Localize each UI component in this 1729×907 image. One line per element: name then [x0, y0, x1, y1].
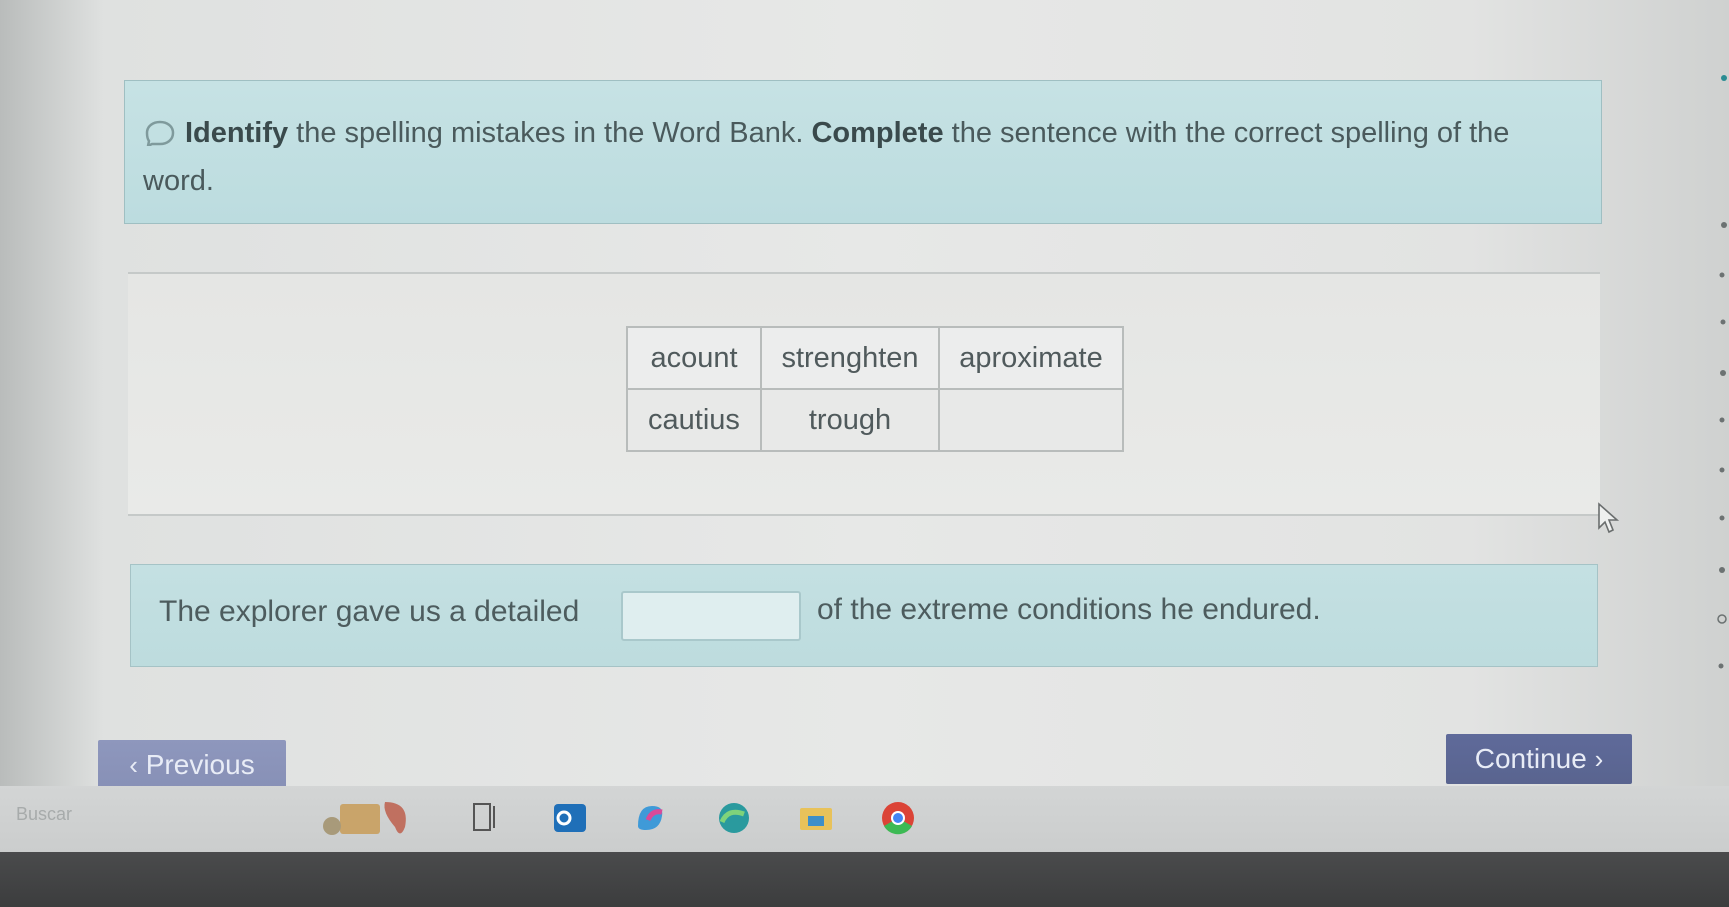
taskbar-search[interactable]: Buscar: [16, 804, 72, 825]
word-bank-cell: cautius: [626, 388, 762, 452]
taskbar: Buscar: [0, 786, 1729, 852]
file-explorer-icon[interactable]: [796, 798, 836, 838]
word-bank-cell: trough: [760, 388, 940, 452]
instructions-box: Identify the spelling mistakes in the Wo…: [124, 80, 1602, 224]
chevron-left-icon: ‹: [129, 750, 138, 780]
chrome-icon[interactable]: [878, 798, 918, 838]
word-bank-cell: aproximate: [938, 326, 1124, 390]
previous-button[interactable]: ‹ Previous: [98, 740, 286, 790]
continue-button[interactable]: Continue ›: [1446, 734, 1632, 784]
screen: Identify the spelling mistakes in the Wo…: [0, 0, 1729, 850]
speaker-icon[interactable]: [143, 120, 177, 146]
word-bank-table: acount strenghten aproximate cautius tro…: [626, 326, 1124, 452]
side-panel-dots: [1717, 75, 1727, 669]
sentence-box: The explorer gave us a detailed of the e…: [130, 564, 1598, 667]
word-bank-cell: [938, 388, 1124, 452]
monitor-bezel: [0, 852, 1729, 907]
answer-input[interactable]: [621, 591, 801, 641]
widget-icon[interactable]: [320, 792, 430, 842]
word-bank-cell: acount: [626, 326, 762, 390]
cursor-icon: [1598, 502, 1620, 534]
chevron-right-icon: ›: [1594, 744, 1604, 774]
task-view-icon[interactable]: [466, 798, 506, 838]
word-bank-cell: strenghten: [760, 326, 940, 390]
word-bank-row: acount strenghten aproximate: [626, 326, 1124, 390]
copilot-icon[interactable]: [630, 798, 670, 838]
previous-label: Previous: [145, 749, 255, 780]
instruction-verb-identify: Identify: [185, 117, 289, 149]
outlook-icon[interactable]: [550, 798, 590, 838]
sentence-part-2: of the extreme conditions he endured.: [817, 593, 1321, 626]
continue-label: Continue: [1474, 743, 1587, 774]
sentence-part-1: The explorer gave us a detailed: [159, 595, 580, 628]
instruction-text-1: the spelling mistakes in the Word Bank.: [288, 117, 812, 149]
word-bank-row: cautius trough: [626, 388, 1124, 452]
edge-icon[interactable]: [714, 798, 754, 838]
word-bank-panel: acount strenghten aproximate cautius tro…: [128, 272, 1600, 516]
instruction-verb-complete: Complete: [811, 117, 944, 149]
